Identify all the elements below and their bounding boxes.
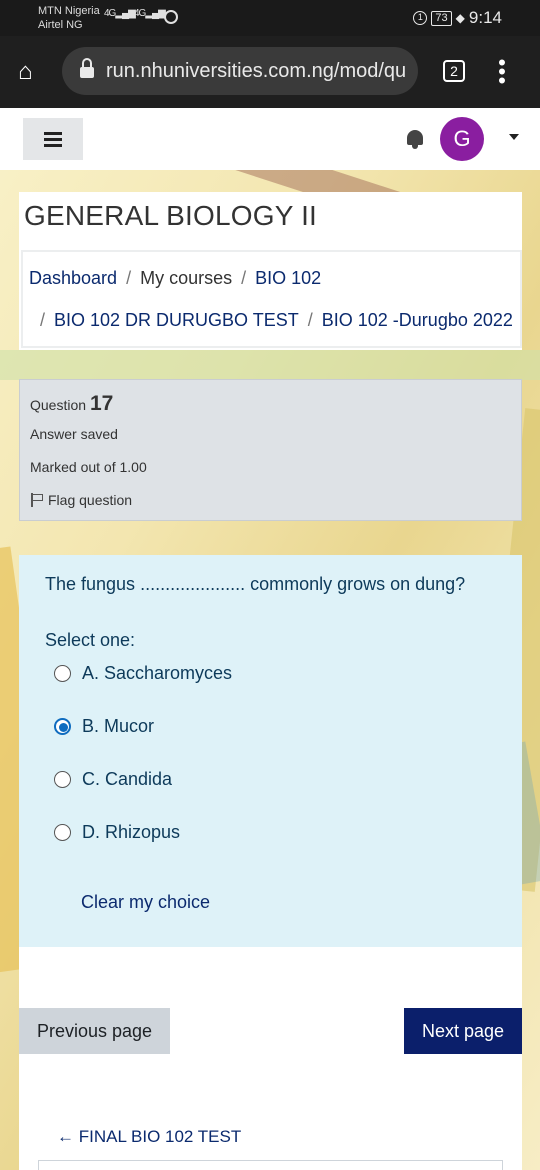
course-header: GENERAL BIOLOGY II Dashboard / My courses /… bbox=[19, 192, 522, 350]
carrier-names: MTN Nigeria Airtel NG bbox=[38, 4, 100, 32]
radio-button[interactable] bbox=[54, 771, 71, 788]
radio-button-selected[interactable] bbox=[54, 718, 71, 735]
page-title: GENERAL BIOLOGY II bbox=[24, 200, 318, 231]
answer-option-a[interactable]: A. Saccharomyces bbox=[54, 663, 232, 684]
battery-icon: 73 bbox=[431, 10, 452, 26]
breadcrumb: Dashboard / My courses / BIO 102 /BIO 102 DR… bbox=[21, 250, 522, 348]
answer-option-c[interactable]: C. Candida bbox=[54, 769, 172, 790]
question-number: Question 17 bbox=[30, 392, 114, 415]
notification-bell-icon[interactable] bbox=[404, 128, 426, 150]
clock: 9:14 bbox=[468, 8, 502, 27]
address-bar[interactable]: run.nhuniversities.com.ng/mod/qu bbox=[62, 47, 418, 95]
user-menu-caret-icon[interactable] bbox=[509, 134, 519, 140]
breadcrumb-my-courses: My courses bbox=[140, 268, 233, 288]
signal-icon-2: 4G▂▄▆ bbox=[134, 8, 166, 19]
previous-page-button[interactable]: Previous page bbox=[19, 1008, 170, 1054]
radio-button[interactable] bbox=[54, 824, 71, 841]
radio-button[interactable] bbox=[54, 665, 71, 682]
signal-icon: 4G▂▄▆ bbox=[104, 8, 136, 19]
home-icon[interactable]: ⌂ bbox=[18, 60, 44, 86]
breadcrumb-section[interactable]: BIO 102 DR DURUGBO TEST bbox=[54, 310, 299, 330]
breadcrumb-quiz[interactable]: BIO 102 -Durugbo 2022 bbox=[322, 310, 513, 330]
question-content: The fungus ..................... commonl… bbox=[19, 555, 522, 947]
question-grade: Marked out of 1.00 bbox=[30, 459, 147, 475]
previous-activity-link[interactable]: ← FINAL BIO 102 TEST bbox=[57, 1127, 241, 1147]
clear-choice-link[interactable]: Clear my choice bbox=[81, 892, 210, 913]
user-avatar[interactable]: G bbox=[440, 117, 484, 161]
question-info-panel: Question 17 Answer saved Marked out of 1… bbox=[19, 379, 522, 521]
carrier-2: Airtel NG bbox=[38, 19, 83, 31]
breadcrumb-course[interactable]: BIO 102 bbox=[255, 268, 321, 288]
browser-toolbar: ⌂ run.nhuniversities.com.ng/mod/qu 2 • • • bbox=[0, 36, 540, 108]
hotspot-icon bbox=[164, 10, 178, 24]
hamburger-menu-icon[interactable] bbox=[23, 118, 83, 160]
tab-switcher-button[interactable]: 2 bbox=[443, 60, 465, 82]
question-text: The fungus ..................... commonl… bbox=[45, 574, 466, 594]
breadcrumb-dashboard[interactable]: Dashboard bbox=[29, 268, 117, 288]
answer-option-b[interactable]: B. Mucor bbox=[54, 716, 154, 737]
next-page-button[interactable]: Next page bbox=[404, 1008, 522, 1054]
more-menu-icon[interactable]: • • • bbox=[497, 52, 507, 92]
flag-icon bbox=[30, 493, 44, 507]
lock-icon[interactable] bbox=[80, 58, 94, 78]
site-navbar: G bbox=[0, 108, 540, 170]
alarm-icon: 1 bbox=[413, 11, 428, 25]
arrow-left-icon: ← bbox=[57, 1127, 74, 1146]
question-state: Answer saved bbox=[30, 426, 118, 442]
flag-question-button[interactable]: Flag question bbox=[30, 492, 132, 508]
leaf-icon: ◆ bbox=[455, 11, 465, 25]
status-bar: MTN Nigeria Airtel NG 4G▂▄▆ 4G▂▄▆ 1 73 ◆… bbox=[0, 0, 540, 36]
activity-jump-select[interactable] bbox=[38, 1160, 503, 1170]
answer-option-d[interactable]: D. Rhizopus bbox=[54, 822, 180, 843]
status-right: 1 73 ◆ 9:14 bbox=[413, 8, 502, 28]
select-one-prompt: Select one: bbox=[45, 630, 136, 650]
carrier-1: MTN Nigeria bbox=[38, 5, 100, 17]
